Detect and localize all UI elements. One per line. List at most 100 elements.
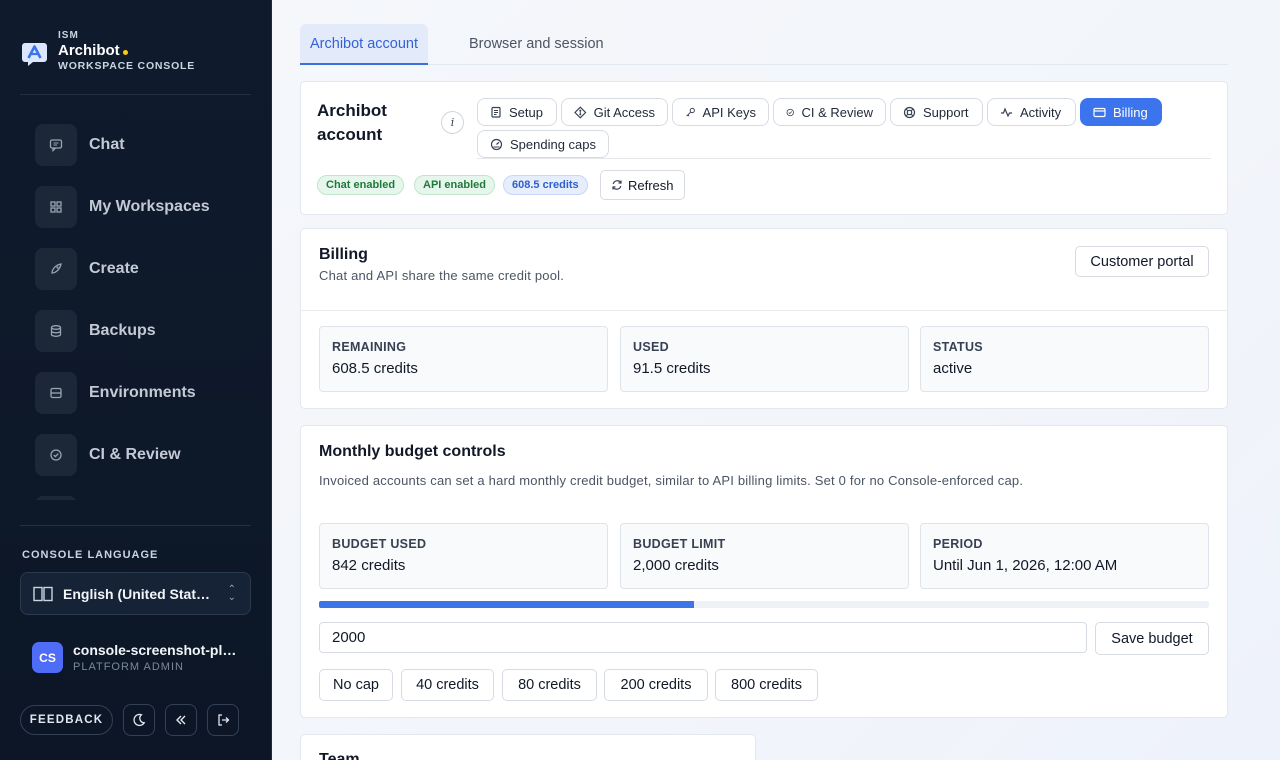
pill-setup[interactable]: Setup	[477, 98, 557, 126]
budget-progress-fill	[319, 601, 694, 608]
pill-support[interactable]: Support	[890, 98, 983, 126]
brand-subtitle: WORKSPACE CONSOLE	[58, 60, 196, 72]
stat-budget-used: BUDGET USED 842 credits	[319, 523, 608, 589]
database-icon	[35, 310, 77, 352]
pill-ci-review[interactable]: CI & Review	[773, 98, 886, 126]
check-circle-icon	[786, 108, 794, 116]
stat-period: PERIOD Until Jun 1, 2026, 12:00 AM	[920, 523, 1209, 589]
collapse-sidebar-button[interactable]	[165, 704, 197, 736]
billing-divider	[301, 310, 1227, 311]
team-title: Team	[319, 751, 360, 760]
stat-label: USED	[633, 340, 669, 354]
logout-button[interactable]	[207, 704, 239, 736]
sidebar-item-label: Environments	[89, 384, 196, 401]
pill-label: Billing	[1113, 104, 1148, 120]
sidebar-item-label: Backups	[89, 322, 156, 339]
sidebar-item-my-workspaces[interactable]: My Workspaces	[20, 176, 251, 238]
server-icon	[35, 372, 77, 414]
stat-label: PERIOD	[933, 537, 983, 551]
billing-title: Billing	[319, 246, 368, 263]
preset-no-cap[interactable]: No cap	[319, 669, 393, 701]
customer-portal-button[interactable]: Customer portal	[1075, 246, 1209, 277]
sidebar-item-chat[interactable]: Chat	[20, 114, 251, 176]
stat-value: active	[933, 360, 973, 377]
page-title: Archibot account	[317, 101, 387, 144]
pill-activity[interactable]: Activity	[987, 98, 1076, 126]
credit-card-icon	[1093, 107, 1106, 117]
save-budget-button[interactable]: Save budget	[1095, 622, 1209, 655]
avatar: CS	[32, 642, 63, 673]
language-value: English (United States)	[63, 585, 213, 602]
sidebar-item-more[interactable]	[20, 486, 251, 500]
sidebar-divider	[20, 525, 251, 526]
preset-200-credits[interactable]: 200 credits	[604, 669, 708, 701]
git-icon	[574, 105, 587, 119]
info-button[interactable]: i	[441, 111, 464, 134]
billing-subtitle: Chat and API share the same credit pool.	[319, 268, 565, 283]
dark-mode-button[interactable]	[123, 704, 155, 736]
pill-label: Spending caps	[509, 136, 596, 152]
preset-40-credits[interactable]: 40 credits	[401, 669, 494, 701]
pill-label: Git Access	[593, 104, 655, 120]
stat-used: USED 91.5 credits	[620, 326, 909, 392]
status-badge-api: API enabled	[414, 175, 495, 195]
preset-80-credits[interactable]: 80 credits	[502, 669, 597, 701]
budget-input[interactable]: 2000	[319, 622, 1087, 653]
key-icon	[686, 107, 695, 116]
more-icon	[35, 496, 77, 500]
language-select[interactable]: English (United States) ⌃ ⌄	[20, 572, 251, 615]
chevrons-left-icon	[176, 715, 186, 725]
pill-label: CI & Review	[801, 104, 873, 120]
stat-budget-limit: BUDGET LIMIT 2,000 credits	[620, 523, 909, 589]
sidebar-item-create[interactable]: Create	[20, 238, 251, 300]
sidebar-item-environments[interactable]: Environments	[20, 362, 251, 424]
activity-icon	[1001, 106, 1012, 117]
clipboard-icon	[491, 106, 501, 118]
pill-spending-caps[interactable]: Spending caps	[477, 130, 609, 158]
pill-git-access[interactable]: Git Access	[561, 98, 668, 126]
account-nav: Setup Git Access API Keys CI & Review Su…	[477, 97, 1211, 159]
refresh-icon	[612, 180, 622, 190]
status-badge-chat: Chat enabled	[317, 175, 405, 195]
book-icon	[33, 586, 53, 601]
billing-card: Billing Chat and API share the same cred…	[300, 228, 1228, 409]
pill-api-keys[interactable]: API Keys	[672, 98, 769, 126]
stat-remaining: REMAINING 608.5 credits	[319, 326, 608, 392]
feedback-button[interactable]: FEEDBACK	[20, 705, 113, 735]
chat-icon	[35, 124, 77, 166]
pill-label: API Keys	[702, 104, 756, 120]
refresh-label: Refresh	[628, 177, 674, 193]
stat-value: 842 credits	[332, 557, 406, 574]
sidebar-item-ci-review[interactable]: CI & Review	[20, 424, 251, 486]
team-card: Team	[300, 734, 756, 760]
preset-800-credits[interactable]: 800 credits	[715, 669, 818, 701]
language-label: CONSOLE LANGUAGE	[22, 549, 159, 561]
refresh-button[interactable]: Refresh	[600, 170, 685, 200]
user-name: console-screenshot-platform-admin	[73, 642, 241, 658]
sidebar-item-backups[interactable]: Backups	[20, 300, 251, 362]
sidebar-item-label: Create	[89, 260, 139, 277]
logout-icon	[218, 714, 230, 726]
stat-value: 2,000 credits	[633, 557, 719, 574]
pill-label: Activity	[1020, 104, 1062, 120]
tab-bar: Archibot account Browser and session	[300, 24, 1228, 65]
stat-label: REMAINING	[332, 340, 407, 354]
grid-icon	[35, 186, 77, 228]
stat-value: 608.5 credits	[332, 360, 418, 377]
pill-billing[interactable]: Billing	[1080, 98, 1162, 126]
pill-label: Support	[923, 104, 969, 120]
brand[interactable]: ISM Archibot WORKSPACE CONSOLE	[21, 30, 195, 73]
archibot-logo-icon	[22, 43, 47, 66]
user-profile[interactable]: CS console-screenshot-platform-admin PLA…	[32, 642, 241, 673]
sidebar-item-label: My Workspaces	[89, 198, 210, 215]
brand-org: ISM	[58, 30, 79, 41]
budget-progress-bar	[319, 601, 1209, 608]
sidebar-item-label: CI & Review	[89, 446, 181, 463]
gauge-icon	[490, 138, 503, 150]
stat-label: BUDGET LIMIT	[633, 537, 726, 551]
account-card: Archibot account i Setup Git Access API …	[300, 81, 1228, 215]
tab-browser-session[interactable]: Browser and session	[459, 24, 614, 64]
moon-icon	[133, 713, 146, 727]
tab-archibot-account[interactable]: Archibot account	[300, 24, 429, 65]
pill-label: Setup	[509, 104, 543, 120]
